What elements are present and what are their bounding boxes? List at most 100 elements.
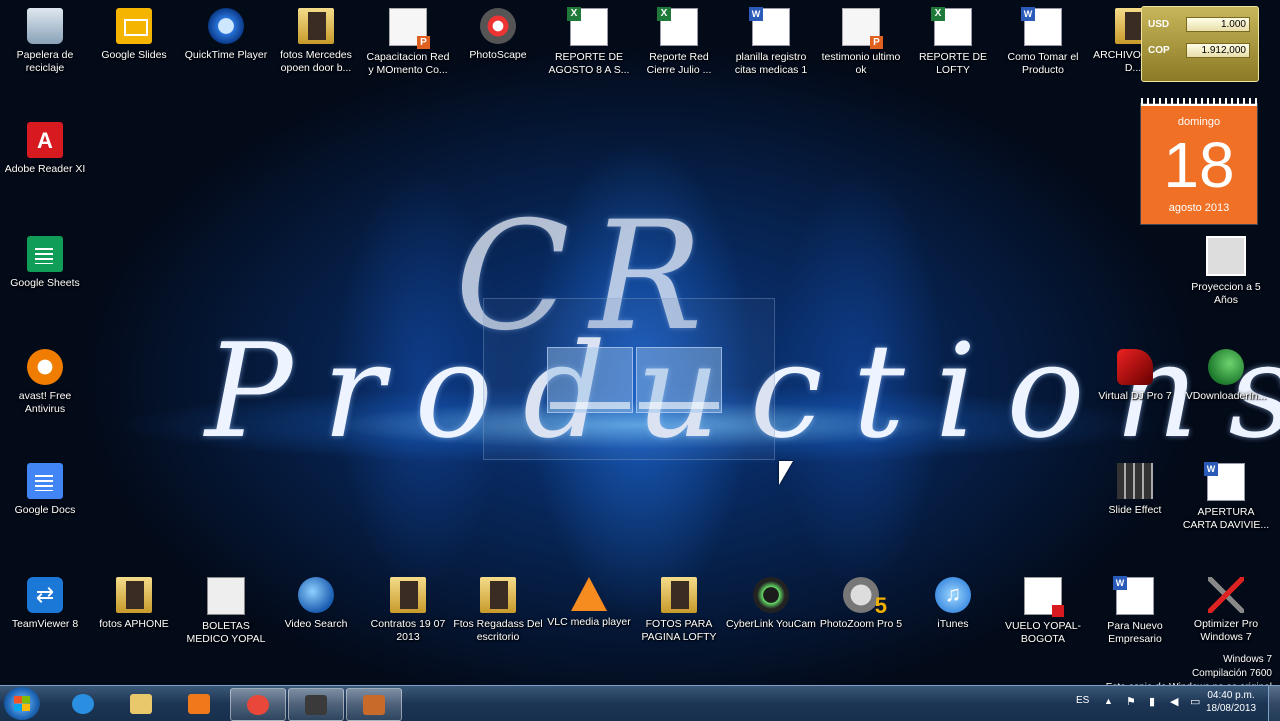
desktop-icon[interactable]: testimonio ultimo ok — [816, 8, 906, 77]
desktop-icon[interactable]: Slide Effect — [1090, 463, 1180, 517]
desktop-icon[interactable]: Video Search — [271, 577, 361, 631]
desktop-icon[interactable]: FOTOS PARA PAGINA LOFTY — [634, 577, 724, 644]
desktop-icon-label: Google Sheets — [10, 277, 80, 289]
currency-from-value[interactable]: 1.000 — [1186, 17, 1250, 32]
volume-icon[interactable]: ◀ — [1170, 695, 1178, 708]
desktop-icon-label: REPORTE DE AGOSTO 8 A S... — [548, 51, 630, 76]
adobe-reader-icon — [27, 122, 63, 158]
dragged-icon-ghost — [636, 347, 722, 413]
desktop-icon-label: REPORTE DE LOFTY — [918, 51, 988, 76]
folder-icon — [298, 8, 334, 44]
language-indicator[interactable]: ES — [1076, 695, 1089, 706]
action-center-flag-icon[interactable]: ⚑ — [1126, 695, 1136, 708]
taskbar-button[interactable] — [288, 688, 344, 721]
desktop-icon-label: QuickTime Player — [184, 49, 268, 61]
desktop-icon[interactable]: fotos Mercedes opoen door b... — [271, 8, 361, 75]
calendar-month-year: agosto 2013 — [1168, 202, 1230, 214]
desktop-icon-label: FOTOS PARA PAGINA LOFTY — [641, 618, 717, 643]
desktop-icon[interactable]: APERTURA CARTA DAVIVIE... — [1181, 462, 1271, 532]
desktop-icon[interactable]: Papelera de reciclaje — [0, 8, 90, 75]
desktop-icon[interactable]: Reporte Red Cierre Julio ... — [634, 7, 724, 77]
desktop-icon[interactable]: Virtual DJ Pro 7 — [1090, 349, 1180, 403]
internet-explorer-icon — [72, 694, 94, 714]
desktop-icon[interactable]: REPORTE DE LOFTY — [908, 7, 998, 77]
folder-icon — [661, 577, 697, 613]
taskbar-button[interactable] — [172, 688, 226, 719]
word-file-icon — [1204, 462, 1245, 501]
clock-time: 04:40 p.m. — [1207, 690, 1255, 701]
desktop-icon[interactable]: VDownloaderIn... — [1181, 349, 1271, 403]
desktop-icon[interactable]: iTunes — [908, 577, 998, 631]
slide-effect-icon — [1117, 463, 1153, 499]
currency-gadget[interactable]: USD 1.000 COP 1.912,000 — [1141, 6, 1259, 82]
system-clock[interactable]: 04:40 p.m. 18/08/2013 — [1200, 689, 1262, 715]
desktop-icon-label: Google Docs — [14, 504, 76, 516]
desktop-icon[interactable]: Capacitacion Red y MOmento Co... — [363, 8, 453, 77]
desktop-icon[interactable]: Para Nuevo Empresario — [1090, 576, 1180, 646]
desktop-icon[interactable]: Como Tomar el Producto — [998, 7, 1088, 77]
desktop-icon[interactable]: Google Docs — [0, 463, 90, 517]
pdf-file-icon — [1024, 577, 1064, 617]
network-icon[interactable]: ▮ — [1149, 695, 1155, 708]
calendar-day-number: 18 — [1163, 129, 1235, 201]
desktop-icon[interactable]: VUELO YOPAL-BOGOTA — [998, 577, 1088, 646]
desktop-icon[interactable]: PhotoZoom Pro 5 — [816, 577, 906, 631]
google-sheets-icon — [27, 236, 63, 272]
desktop-icon[interactable]: VLC media player — [544, 577, 634, 629]
photoscape-icon — [480, 8, 516, 44]
desktop-icon[interactable]: TeamViewer 8 — [0, 577, 90, 631]
desktop-icon-label: testimonio ultimo ok — [821, 51, 901, 76]
desktop-icon-label: Para Nuevo Empresario — [1107, 620, 1163, 645]
virtual-dj-icon — [1117, 349, 1153, 385]
desktop-icon[interactable]: Google Sheets — [0, 236, 90, 290]
currency-to-code[interactable]: COP — [1148, 45, 1170, 61]
desktop-icon-label: fotos Mercedes opoen door b... — [280, 49, 352, 74]
teamviewer-icon — [27, 577, 63, 613]
taskbar-button[interactable] — [346, 688, 402, 721]
desktop-icon-label: Capacitacion Red y MOmento Co... — [366, 51, 450, 76]
desktop-icon-label: Contratos 19 07 2013 — [370, 618, 446, 643]
desktop-icon-label: Papelera de reciclaje — [16, 49, 74, 74]
desktop-icon[interactable]: REPORTE DE AGOSTO 8 A S... — [544, 7, 634, 77]
taskbar: ES ▲ ⚑ ▮ ◀ ▭ 04:40 p.m. 18/08/2013 — [0, 685, 1280, 721]
taskbar-button[interactable] — [56, 688, 110, 719]
desktop-icon[interactable]: Contratos 19 07 2013 — [363, 577, 453, 644]
powerpoint-file-icon — [389, 8, 430, 49]
watermark-build: Compilación 7600 — [1191, 668, 1272, 679]
vlc-icon — [571, 577, 607, 611]
desktop-icon-label: TeamViewer 8 — [11, 618, 79, 630]
desktop-icon-label: BOLETAS MEDICO YOPAL — [186, 620, 266, 645]
start-button[interactable] — [4, 687, 40, 720]
desktop-icon[interactable]: fotos APHONE — [89, 577, 179, 631]
currency-to-value[interactable]: 1.912,000 — [1186, 43, 1250, 58]
desktop-icon[interactable]: CyberLink YouCam — [726, 577, 816, 631]
currency-from-code[interactable]: USD — [1148, 19, 1169, 35]
photozoom-icon — [843, 577, 887, 619]
desktop-icon-label: PhotoScape — [469, 49, 527, 61]
desktop-icon[interactable]: Proyeccion a 5 Años — [1181, 236, 1271, 307]
google-docs-icon — [27, 463, 63, 499]
desktop-icon[interactable]: QuickTime Player — [181, 8, 271, 62]
battery-icon[interactable]: ▭ — [1190, 695, 1200, 708]
desktop-icon[interactable]: Ftos Regadass Del escritorio — [453, 577, 543, 644]
desktop-icon-label: avast! Free Antivirus — [18, 390, 72, 415]
vdownloader-icon — [1208, 349, 1244, 385]
taskbar-button[interactable] — [114, 688, 168, 719]
desktop-icon-label: Como Tomar el Producto — [1007, 51, 1079, 76]
show-desktop-button[interactable] — [1268, 686, 1280, 721]
calendar-gadget[interactable]: domingo 18 agosto 2013 — [1141, 98, 1257, 224]
desktop-icon[interactable]: planilla registro citas medicas 1 — [726, 7, 816, 77]
desktop-icon[interactable]: BOLETAS MEDICO YOPAL — [181, 577, 271, 646]
dragged-icon-ghost — [547, 347, 633, 413]
show-hidden-icons-icon[interactable]: ▲ — [1104, 696, 1113, 706]
desktop-icon[interactable]: avast! Free Antivirus — [0, 349, 90, 416]
desktop-icon[interactable]: PhotoScape — [453, 8, 543, 62]
desktop-icon[interactable]: Optimizer Pro Windows 7 — [1181, 577, 1271, 644]
desktop-icon[interactable]: Google Slides — [89, 8, 179, 62]
powerpoint-file-icon — [207, 577, 245, 615]
folder-icon — [116, 577, 152, 613]
taskbar-button[interactable] — [230, 688, 286, 721]
media-player-icon — [188, 694, 210, 714]
desktop-icon[interactable]: Adobe Reader XI — [0, 122, 90, 176]
desktop-icon-label: PhotoZoom Pro 5 — [819, 618, 903, 630]
